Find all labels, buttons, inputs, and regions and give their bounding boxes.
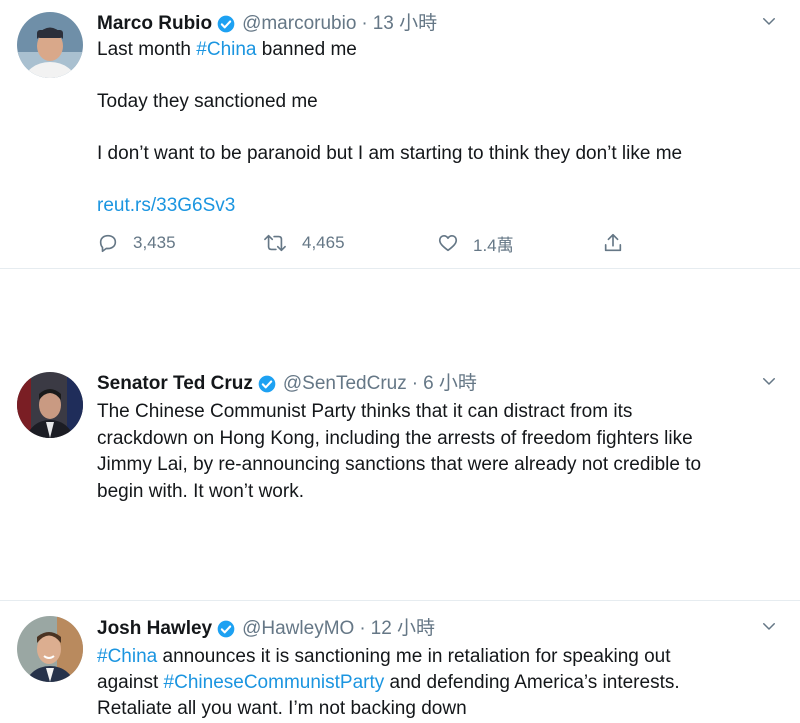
tweet-text: The Chinese Communist Party thinks that …	[97, 399, 787, 505]
tweet-paragraph: reut.rs/33G6Sv3	[97, 193, 787, 219]
like-count: 1.4萬	[473, 235, 514, 255]
tweet-header: Marco Rubio @marcorubio · 13 小時	[97, 11, 437, 37]
timestamp[interactable]: 13 小時	[373, 11, 437, 37]
text-line: against #ChineseCommunistParty and defen…	[97, 670, 787, 696]
verified-badge-icon	[258, 375, 276, 393]
hashtag-link[interactable]: #China	[97, 646, 157, 667]
avatar[interactable]	[17, 372, 83, 438]
tweet-josh-hawley[interactable]: Josh Hawley @HawleyMO · 12 小時 #China ann…	[0, 604, 800, 723]
tweet-paragraph: Today they sanctioned me	[97, 89, 787, 115]
tweet-ted-cruz[interactable]: Senator Ted Cruz @SenTedCruz · 6 小時 The …	[0, 360, 800, 510]
timestamp[interactable]: 12 小時	[371, 616, 435, 642]
timestamp[interactable]: 6 小時	[423, 371, 477, 397]
chevron-down-icon[interactable]	[760, 12, 778, 30]
tweet-header: Senator Ted Cruz @SenTedCruz · 6 小時	[97, 371, 477, 397]
tweet-divider	[0, 600, 800, 601]
verified-badge-icon	[217, 15, 235, 33]
share-button[interactable]	[602, 230, 638, 256]
text-segment: banned me	[256, 39, 357, 60]
author-name[interactable]: Josh Hawley	[97, 616, 212, 642]
tweet-paragraph: I don’t want to be paranoid but I am sta…	[97, 141, 787, 167]
text-segment: Today they sanctioned me	[97, 91, 318, 112]
text-segment: I don’t want to be paranoid but I am sta…	[97, 143, 683, 164]
author-name[interactable]: Marco Rubio	[97, 11, 212, 37]
text-segment: and defending America’s interests.	[384, 672, 680, 693]
avatar[interactable]	[17, 12, 83, 78]
separator-dot: ·	[411, 373, 419, 394]
text-line: Jimmy Lai, by re-announcing sanctions th…	[97, 454, 702, 475]
text-line: #China announces it is sanctioning me in…	[97, 644, 787, 670]
text-line: The Chinese Communist Party thinks that …	[97, 401, 633, 422]
tweet-divider	[0, 268, 800, 269]
chevron-down-icon[interactable]	[760, 617, 778, 635]
text-line: Retaliate all you want. I’m not backing …	[97, 698, 467, 719]
separator-dot: ·	[361, 13, 368, 34]
retweet-count: 4,465	[302, 233, 345, 252]
reply-icon	[99, 234, 117, 253]
text-line: crackdown on Hong Kong, including the ar…	[97, 427, 693, 449]
author-name[interactable]: Senator Ted Cruz	[97, 371, 253, 397]
author-handle[interactable]: @marcorubio	[242, 11, 356, 37]
text-line: begin with. It won’t work.	[97, 480, 304, 502]
url-link[interactable]: reut.rs/33G6Sv3	[97, 195, 235, 216]
like-button[interactable]: 1.4萬	[437, 230, 514, 256]
separator-dot: ·	[359, 618, 366, 639]
retweet-icon	[264, 234, 286, 252]
tweet-header: Josh Hawley @HawleyMO · 12 小時	[97, 616, 435, 642]
share-icon	[604, 233, 622, 252]
author-handle[interactable]: @HawleyMO	[242, 616, 354, 642]
author-handle[interactable]: @SenTedCruz	[283, 371, 407, 397]
verified-badge-icon	[217, 620, 235, 638]
text-segment: against	[97, 672, 164, 693]
reply-count: 3,435	[133, 233, 176, 252]
text-segment: announces it is sanctioning me in retali…	[157, 646, 671, 667]
chevron-down-icon[interactable]	[760, 372, 778, 390]
text-segment: Last month	[97, 39, 197, 60]
tweet-paragraph: Last month #China banned me	[97, 37, 787, 63]
retweet-button[interactable]: 4,465	[262, 230, 345, 256]
tweet-text: #China announces it is sanctioning me in…	[97, 644, 787, 722]
avatar[interactable]	[17, 616, 83, 682]
tweet-text: Last month #China banned me Today they s…	[97, 37, 787, 219]
reply-button[interactable]: 3,435	[97, 230, 176, 256]
like-icon	[438, 235, 458, 252]
hashtag-link[interactable]: #ChineseCommunistParty	[164, 672, 385, 693]
tweet-actions: 3,435 4,465 1.4萬	[97, 230, 657, 256]
tweet-marco-rubio[interactable]: Marco Rubio @marcorubio · 13 小時 Last mon…	[0, 0, 800, 268]
hashtag-link[interactable]: #China	[196, 39, 256, 60]
